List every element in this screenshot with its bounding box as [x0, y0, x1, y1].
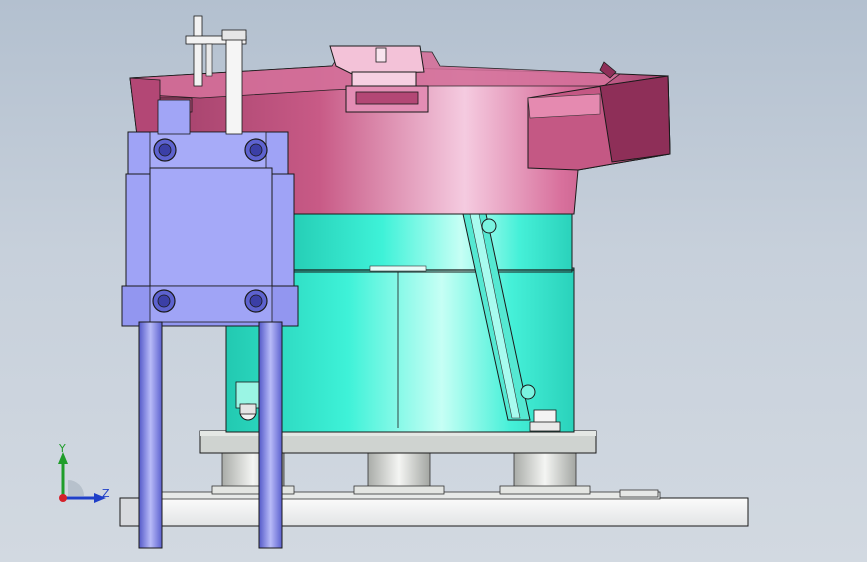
cap-screw-top-right: [244, 138, 268, 162]
support-column-right[interactable]: [258, 321, 283, 549]
vibratory-feeder-model[interactable]: [0, 0, 867, 562]
z-axis-label: Z: [102, 487, 110, 500]
orientation-triad: Y Z: [44, 440, 124, 510]
support-column-left[interactable]: [138, 321, 163, 549]
isolator-foot-center[interactable]: [353, 449, 445, 495]
triad-axes: [58, 452, 106, 503]
y-axis-label: Y: [59, 442, 66, 455]
isolator-foot-right[interactable]: [499, 449, 659, 498]
cap-screw-bottom-right: [244, 289, 268, 313]
cad-viewport[interactable]: Y Z: [0, 0, 867, 562]
cap-screw-bottom-left: [152, 289, 176, 313]
cap-screw-top-left: [153, 138, 177, 162]
sensor-bracket[interactable]: [121, 99, 299, 327]
